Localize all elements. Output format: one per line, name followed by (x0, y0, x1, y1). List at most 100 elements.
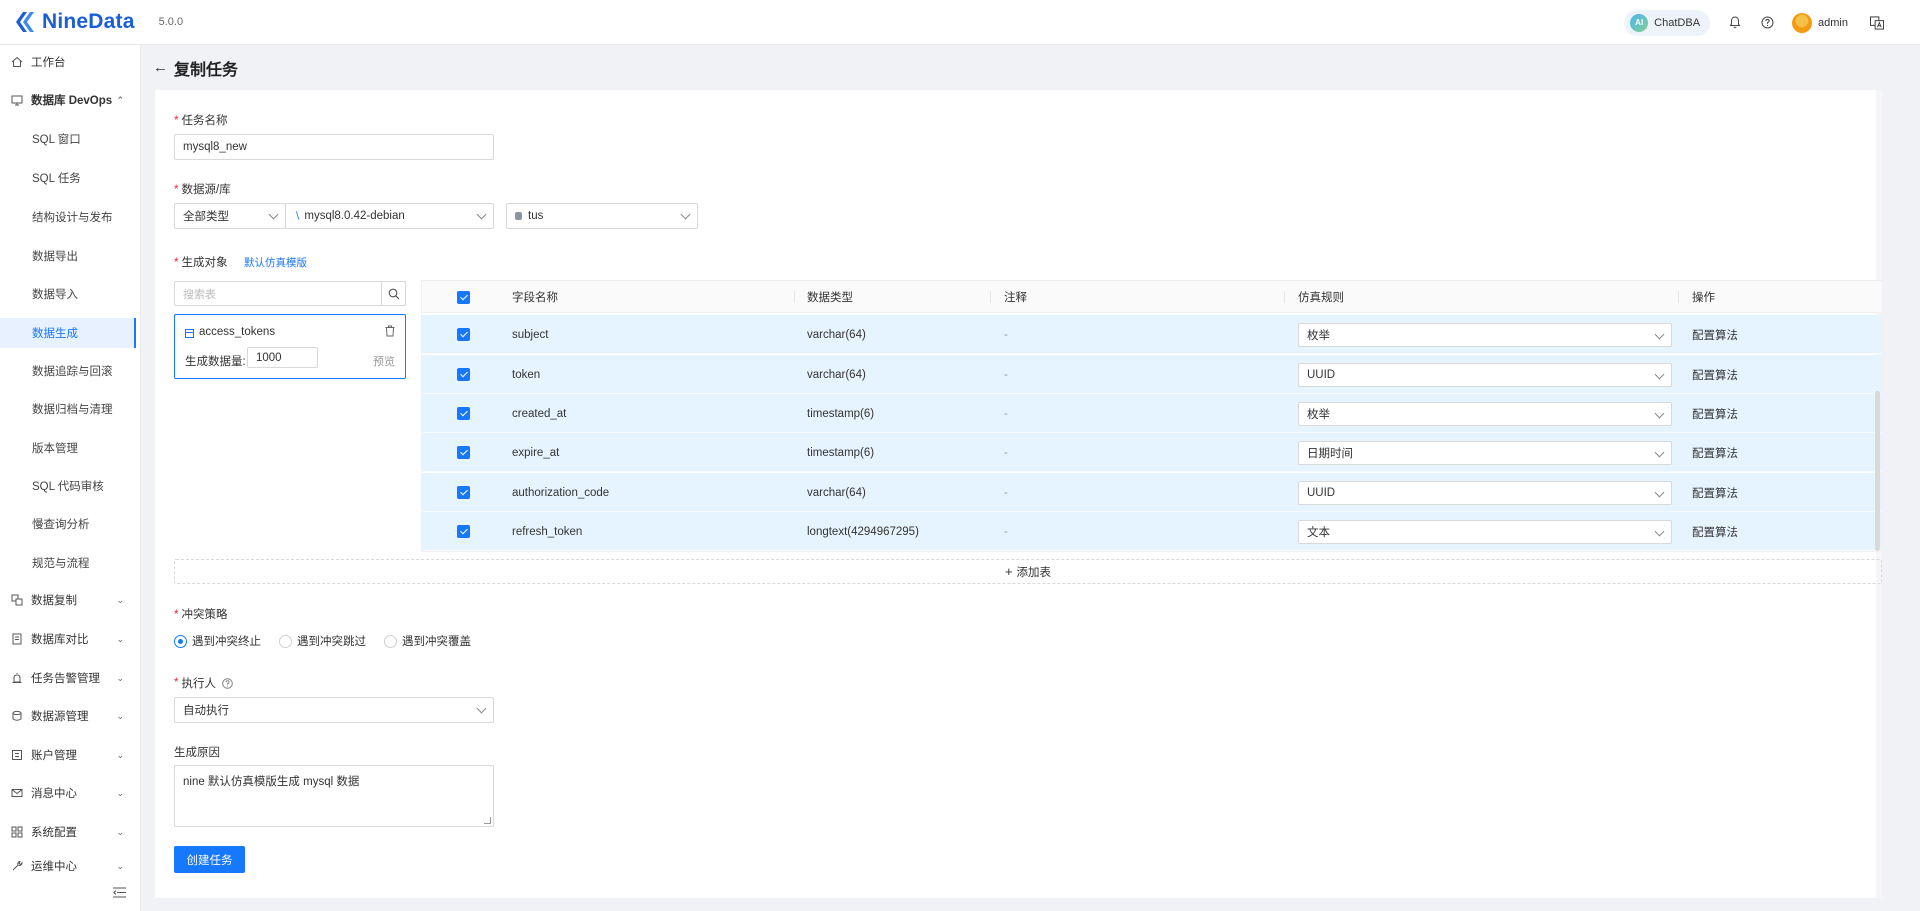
chevron-up-icon: ⌃ (116, 94, 124, 105)
col-header-rule: 仿真规则 (1298, 292, 1344, 304)
create-task-button[interactable]: 创建任务 (174, 846, 245, 873)
sidebar-group-label: 数据复制 (31, 595, 77, 607)
delete-icon[interactable] (385, 325, 395, 340)
sidebar-group-alerts[interactable]: 任务告警管理 ⌄ (0, 663, 136, 693)
conflict-label: * 冲突策略 (174, 609, 228, 621)
rule-select[interactable]: UUID (1298, 363, 1672, 387)
table-scrollbar[interactable] (1875, 391, 1880, 551)
sidebar-item-data-archive[interactable]: 数据归档与清理 (0, 394, 136, 424)
sidebar-group-label: 账户管理 (31, 750, 77, 762)
chevron-down-icon: ⌄ (116, 710, 124, 721)
user-name[interactable]: admin (1818, 17, 1848, 29)
template-link[interactable]: 默认仿真模版 (244, 255, 307, 270)
chatdba-label: ChatDBA (1654, 16, 1701, 29)
sidebar-item-sql-review[interactable]: SQL 代码审核 (0, 471, 136, 501)
table-row[interactable]: token varchar(64) - UUID 配置算法 (422, 355, 1882, 394)
row-checkbox[interactable] (457, 512, 470, 551)
sidebar-group-ops[interactable]: 运维中心 ⌄ (0, 855, 136, 877)
field-type: varchar(64) (807, 328, 866, 341)
bell-icon[interactable] (1728, 16, 1742, 30)
sidebar-group-label: 运维中心 (31, 861, 77, 873)
row-checkbox[interactable] (457, 473, 470, 512)
resize-handle[interactable] (484, 817, 491, 824)
search-icon[interactable] (381, 281, 406, 306)
table-search-input[interactable]: 搜索表 (174, 281, 406, 306)
rule-select[interactable]: 枚举 (1298, 402, 1672, 426)
chevron-down-icon (1654, 487, 1665, 498)
sidebar-group-compare[interactable]: 数据库对比 ⌄ (0, 624, 136, 654)
gen-count-label: 生成数据量: (185, 356, 246, 368)
table-row[interactable]: expire_at timestamp(6) - 日期时间 配置算法 (422, 433, 1882, 472)
datasource-select[interactable]: ∖ mysql8.0.42-debian (285, 203, 494, 229)
radio-conflict-skip[interactable]: 遇到冲突跳过 (279, 633, 366, 649)
config-algorithm-link[interactable]: 配置算法 (1692, 473, 1738, 512)
add-table-button[interactable]: + 添加表 (174, 559, 1882, 584)
sidebar-item-data-export[interactable]: 数据导出 (0, 241, 136, 271)
field-comment: - (1004, 328, 1008, 341)
chevron-down-icon (1654, 369, 1665, 380)
chatdba-button[interactable]: AI ChatDBA (1624, 9, 1711, 36)
radio-conflict-overwrite[interactable]: 遇到冲突覆盖 (384, 633, 471, 649)
logo[interactable]: NineData (12, 9, 135, 35)
rule-select[interactable]: UUID (1298, 481, 1672, 505)
help-icon[interactable] (1760, 16, 1774, 30)
sidebar-item-label: 工作台 (31, 57, 66, 69)
field-name: subject (512, 328, 549, 341)
rule-select[interactable]: 文本 (1298, 520, 1672, 544)
rule-select[interactable]: 枚举 (1298, 323, 1672, 347)
type-select-value: 全部类型 (183, 211, 229, 223)
sidebar-item-standards[interactable]: 规范与流程 (0, 548, 136, 578)
sidebar-group-accounts[interactable]: 账户管理 ⌄ (0, 740, 136, 770)
avatar[interactable] (1792, 12, 1813, 33)
sidebar-item-slow-query[interactable]: 慢查询分析 (0, 509, 136, 539)
reason-textarea[interactable]: nine 默认仿真模版生成 mysql 数据 (174, 765, 494, 827)
table-row[interactable]: authorization_code varchar(64) - UUID 配置… (422, 473, 1882, 512)
row-checkbox[interactable] (457, 315, 470, 354)
help-icon[interactable] (222, 677, 233, 689)
database-icon (10, 93, 24, 107)
config-algorithm-link[interactable]: 配置算法 (1692, 355, 1738, 394)
sidebar-group-datasource[interactable]: 数据源管理 ⌄ (0, 701, 136, 731)
config-algorithm-link[interactable]: 配置算法 (1692, 512, 1738, 551)
brand-name: NineData (42, 10, 135, 33)
sidebar-item-sql-task[interactable]: SQL 任务 (0, 163, 136, 193)
preview-link[interactable]: 预览 (373, 353, 395, 369)
config-algorithm-link[interactable]: 配置算法 (1692, 315, 1738, 354)
selected-table-card[interactable]: access_tokens 生成数据量: 1000 预览 (174, 314, 406, 379)
collapse-sidebar-icon[interactable] (113, 885, 126, 901)
table-icon (185, 327, 194, 341)
config-algorithm-link[interactable]: 配置算法 (1692, 394, 1738, 433)
language-icon[interactable] (1870, 15, 1884, 30)
rule-select[interactable]: 日期时间 (1298, 441, 1672, 465)
back-arrow-icon[interactable]: ← (153, 59, 168, 76)
sidebar-item-data-tracking[interactable]: 数据追踪与回滚 (0, 356, 136, 386)
task-name-input[interactable]: mysql8_new (174, 134, 494, 160)
gen-count-input[interactable]: 1000 (247, 347, 318, 368)
executor-select[interactable]: 自动执行 (174, 697, 494, 723)
datasource-select-value: mysql8.0.42-debian (304, 210, 405, 222)
radio-conflict-stop[interactable]: 遇到冲突终止 (174, 633, 261, 649)
sidebar-item-data-import[interactable]: 数据导入 (0, 279, 136, 309)
sidebar-group-replication[interactable]: 数据复制 ⌄ (0, 585, 136, 615)
sidebar-group-messages[interactable]: 消息中心 ⌄ (0, 778, 136, 808)
sidebar-item-workbench[interactable]: 工作台 (0, 47, 136, 77)
row-checkbox[interactable] (457, 433, 470, 472)
sidebar-item-data-generation[interactable]: 数据生成 (0, 318, 136, 348)
field-type: timestamp(6) (807, 446, 875, 459)
row-checkbox[interactable] (457, 355, 470, 394)
sidebar-item-version-management[interactable]: 版本管理 (0, 433, 136, 463)
table-row[interactable]: created_at timestamp(6) - 枚举 配置算法 (422, 394, 1882, 433)
chevron-down-icon: ⌄ (116, 749, 124, 760)
config-algorithm-link[interactable]: 配置算法 (1692, 433, 1738, 472)
type-select[interactable]: 全部类型 (174, 203, 286, 229)
sidebar-item-sql-window[interactable]: SQL 窗口 (0, 124, 136, 154)
alarm-icon (10, 671, 24, 685)
sidebar-group-devops[interactable]: 数据库 DevOps ⌃ (0, 85, 136, 115)
sidebar-item-schema-design[interactable]: 结构设计与发布 (0, 202, 136, 232)
sidebar-group-system[interactable]: 系统配置 ⌄ (0, 817, 136, 847)
database-select[interactable]: tus (506, 203, 698, 229)
select-all-checkbox[interactable] (457, 281, 470, 313)
row-checkbox[interactable] (457, 394, 470, 433)
table-row[interactable]: subject varchar(64) - 枚举 配置算法 (422, 315, 1882, 354)
table-row[interactable]: refresh_token longtext(4294967295) - 文本 … (422, 512, 1882, 551)
